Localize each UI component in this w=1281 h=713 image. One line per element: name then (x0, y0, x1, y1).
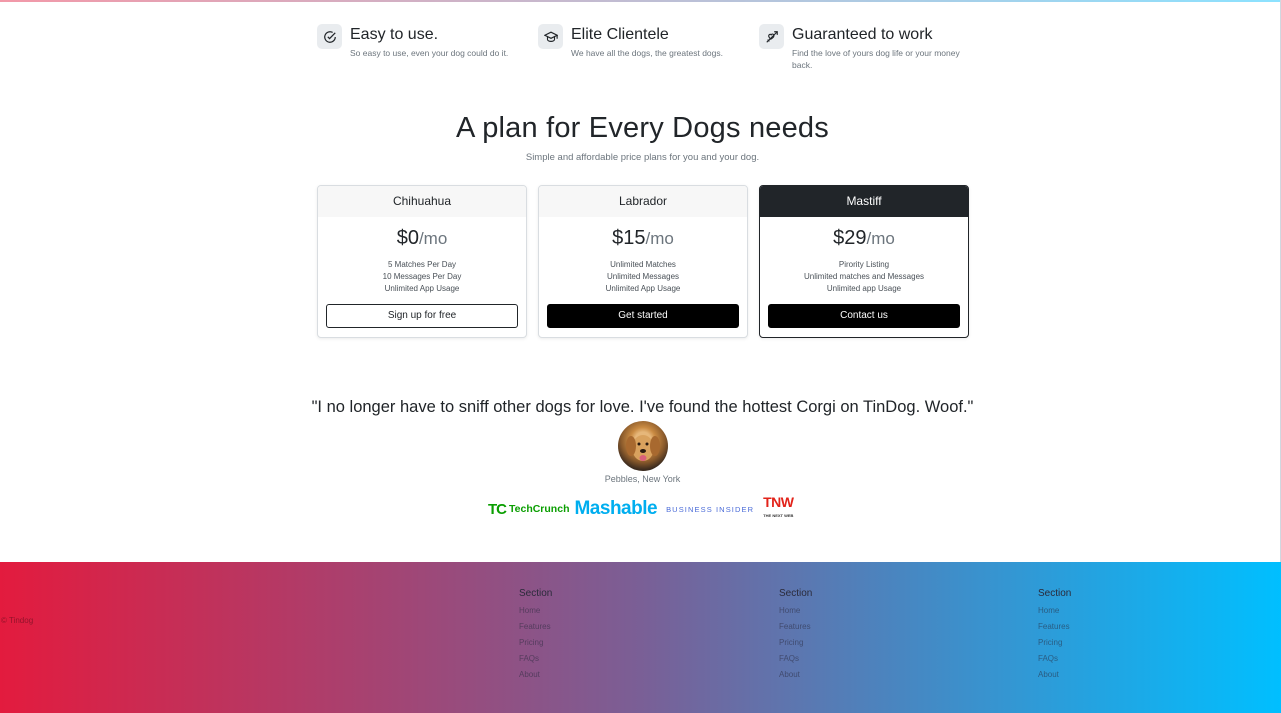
feature-title: Easy to use. (350, 26, 439, 43)
get-started-button[interactable]: Get started (547, 304, 739, 328)
price-amount: $0 (396, 227, 419, 249)
price-period: /mo (645, 229, 674, 248)
plan-name: Chihuahua (318, 186, 526, 217)
pricing-title: A plan for Every Dogs needs (456, 112, 829, 144)
plan-feature: Unlimited App Usage (384, 284, 460, 293)
footer-link-home[interactable]: Home (779, 603, 812, 619)
footer-link-features[interactable]: Features (1038, 619, 1071, 635)
footer-heading: Section (1038, 588, 1072, 599)
pricing-subtitle: Simple and affordable price plans for yo… (525, 152, 760, 163)
plan-feature: Unlimited matches and Messages (803, 272, 925, 281)
tnw-logo: TNW THE NEXT WEB (763, 494, 794, 522)
arrow-through-heart-icon (759, 24, 784, 49)
footer-link-faqs[interactable]: FAQs (1038, 651, 1071, 667)
check-circle-icon (317, 24, 342, 49)
plan-feature: Unlimited app Usage (826, 284, 902, 293)
copyright: © Tindog (1, 616, 34, 625)
feature-easy: Easy to use. So easy to use, even your d… (317, 24, 538, 71)
top-accent-line (0, 0, 1281, 2)
footer-link-about[interactable]: About (779, 667, 812, 683)
plan-feature: Pirority Listing (838, 260, 890, 269)
pricing-card-mastiff: Mastiff $29/mo Pirority Listing Unlimite… (759, 185, 969, 338)
footer-link-pricing[interactable]: Pricing (779, 635, 812, 651)
business-insider-logo: BUSINESS INSIDER (666, 504, 755, 514)
techcrunch-mark: TC (488, 500, 507, 518)
plan-feature: Unlimited Messages (606, 272, 680, 281)
footer-link-about[interactable]: About (519, 667, 552, 683)
price-period: /mo (418, 229, 448, 248)
plan-feature: 5 Matches Per Day (387, 260, 457, 269)
plan-price: $29/mo (760, 226, 968, 251)
price-amount: $15 (612, 227, 646, 249)
tnw-tagline: THE NEXT WEB (763, 513, 794, 518)
feature-text: So easy to use, even your dog could do i… (350, 48, 509, 58)
footer-column: Section Home Features Pricing FAQs About (779, 588, 812, 683)
techcrunch-logo: TC TechCrunch (488, 501, 569, 518)
plan-price: $15/mo (539, 226, 747, 251)
plan-feature: Unlimited Matches (610, 260, 676, 269)
footer-heading: Section (519, 588, 553, 599)
plan-features: Unlimited Matches Unlimited Messages Unl… (539, 259, 747, 295)
plan-feature: 10 Messages Per Day (382, 272, 462, 281)
testimonial-author: Pebbles, New York (604, 474, 681, 484)
avatar (618, 421, 668, 471)
sign-up-button[interactable]: Sign up for free (326, 304, 518, 328)
footer-link-features[interactable]: Features (519, 619, 552, 635)
press-logos: TC TechCrunch Mashable BUSINESS INSIDER … (488, 494, 794, 522)
plan-price: $0/mo (318, 226, 526, 251)
features-row: Easy to use. So easy to use, even your d… (317, 24, 981, 71)
plan-features: Pirority Listing Unlimited matches and M… (760, 259, 968, 295)
plan-features: 5 Matches Per Day 10 Messages Per Day Un… (318, 259, 526, 295)
footer-link-home[interactable]: Home (519, 603, 552, 619)
footer-link-about[interactable]: About (1038, 667, 1071, 683)
footer-link-pricing[interactable]: Pricing (1038, 635, 1071, 651)
contact-us-button[interactable]: Contact us (768, 304, 960, 328)
pricing-card-chihuahua: Chihuahua $0/mo 5 Matches Per Day 10 Mes… (317, 185, 527, 338)
feature-elite: Elite Clientele We have all the dogs, th… (538, 24, 759, 71)
testimonial-quote: "I no longer have to sniff other dogs fo… (311, 398, 974, 416)
techcrunch-wordmark: TechCrunch (509, 503, 570, 515)
plan-name: Labrador (539, 186, 747, 217)
plan-name: Mastiff (760, 186, 968, 217)
feature-title: Guaranteed to work (792, 26, 933, 43)
price-period: /mo (866, 229, 895, 248)
footer-link-pricing[interactable]: Pricing (519, 635, 552, 651)
price-amount: $29 (833, 227, 867, 249)
feature-guaranteed: Guaranteed to work Find the love of your… (759, 24, 980, 71)
feature-text: Find the love of yours dog life or your … (792, 48, 960, 70)
footer-link-faqs[interactable]: FAQs (779, 651, 812, 667)
footer-link-faqs[interactable]: FAQs (519, 651, 552, 667)
mashable-logo: Mashable (574, 498, 658, 519)
pricing-card-labrador: Labrador $15/mo Unlimited Matches Unlimi… (538, 185, 748, 338)
feature-title: Elite Clientele (571, 26, 669, 43)
footer-heading: Section (779, 588, 813, 599)
footer-column: Section Home Features Pricing FAQs About (1038, 588, 1071, 683)
footer-link-home[interactable]: Home (1038, 603, 1071, 619)
feature-text: We have all the dogs, the greatest dogs. (571, 48, 723, 58)
footer: © Tindog Section Home Features Pricing F… (0, 562, 1281, 713)
mortarboard-icon (538, 24, 563, 49)
plan-feature: Unlimited App Usage (605, 284, 681, 293)
footer-column: Section Home Features Pricing FAQs About (519, 588, 552, 683)
footer-link-features[interactable]: Features (779, 619, 812, 635)
tnw-wordmark: TNW (763, 494, 794, 510)
